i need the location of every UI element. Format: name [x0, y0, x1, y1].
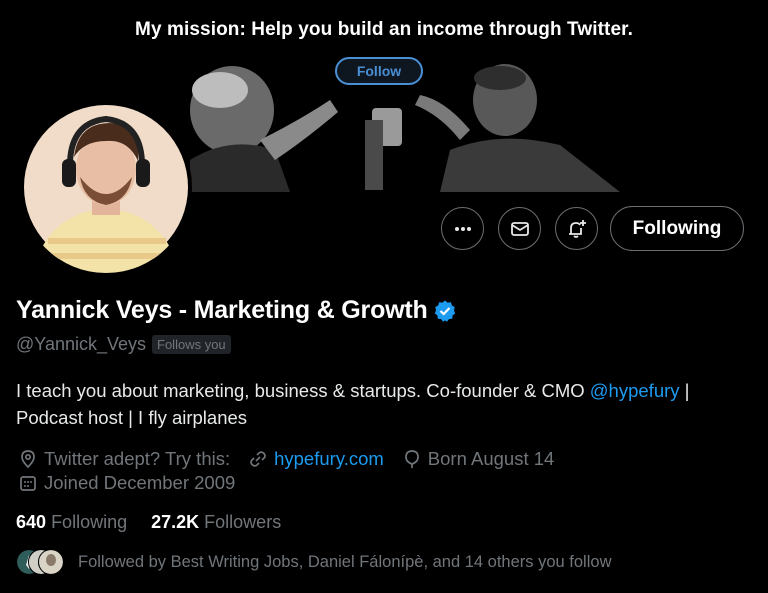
link-icon [250, 451, 266, 467]
followed-by-text: Followed by Best Writing Jobs, Daniel Fá… [78, 552, 612, 571]
banner-follow-graphic: Follow [335, 57, 423, 85]
bio-line-2: Podcast host | I fly airplanes [16, 407, 248, 428]
followers-stat[interactable]: 27.2K Followers [151, 512, 281, 533]
avatar-photo [24, 105, 188, 273]
envelope-icon [510, 221, 529, 236]
bio-text: I teach you about marketing, business & … [16, 380, 590, 401]
following-count: 640 [16, 512, 47, 532]
location-text: Twitter adept? Try this: [44, 448, 231, 469]
follow-stats: 640 Following 27.2K Followers [16, 512, 305, 533]
calendar-icon [20, 476, 36, 491]
name-row: Yannick Veys - Marketing & Growth [16, 296, 457, 325]
balloon-icon [404, 450, 419, 468]
more-button[interactable] [441, 207, 484, 250]
followed-by-row[interactable]: Followed by Best Writing Jobs, Daniel Fá… [16, 549, 611, 575]
following-label: Following [51, 512, 128, 532]
avatar[interactable] [20, 101, 192, 273]
more-dots-icon [454, 226, 471, 231]
verified-badge-icon[interactable] [433, 299, 457, 323]
display-name: Yannick Veys - Marketing & Growth [16, 296, 428, 324]
follower-avatar-3 [38, 549, 64, 575]
follows-you-badge: Follows you [152, 335, 231, 354]
bell-plus-icon [568, 219, 586, 238]
followers-count: 27.2K [151, 512, 200, 532]
message-button[interactable] [498, 207, 541, 250]
bio-mention-link[interactable]: @hypefury [590, 380, 680, 401]
bio: I teach you about marketing, business & … [16, 377, 756, 431]
website-link[interactable]: hypefury.com [274, 448, 384, 470]
notifications-button[interactable] [555, 207, 598, 250]
following-stat[interactable]: 640 Following [16, 512, 127, 533]
bio-text-after: | [679, 380, 690, 401]
handle: @Yannick_Veys [16, 334, 147, 354]
location-pin-icon [21, 450, 35, 469]
birthday-text: Born August 14 [427, 448, 555, 469]
followers-label: Followers [204, 512, 282, 532]
following-button[interactable]: Following [610, 206, 744, 251]
followed-by-avatars [16, 549, 64, 575]
profile-meta: Twitter adept? Try this: hypefury.com Bo… [18, 447, 572, 495]
handle-row: @Yannick_Veys Follows you [16, 334, 231, 355]
joined-text: Joined December 2009 [44, 472, 236, 493]
